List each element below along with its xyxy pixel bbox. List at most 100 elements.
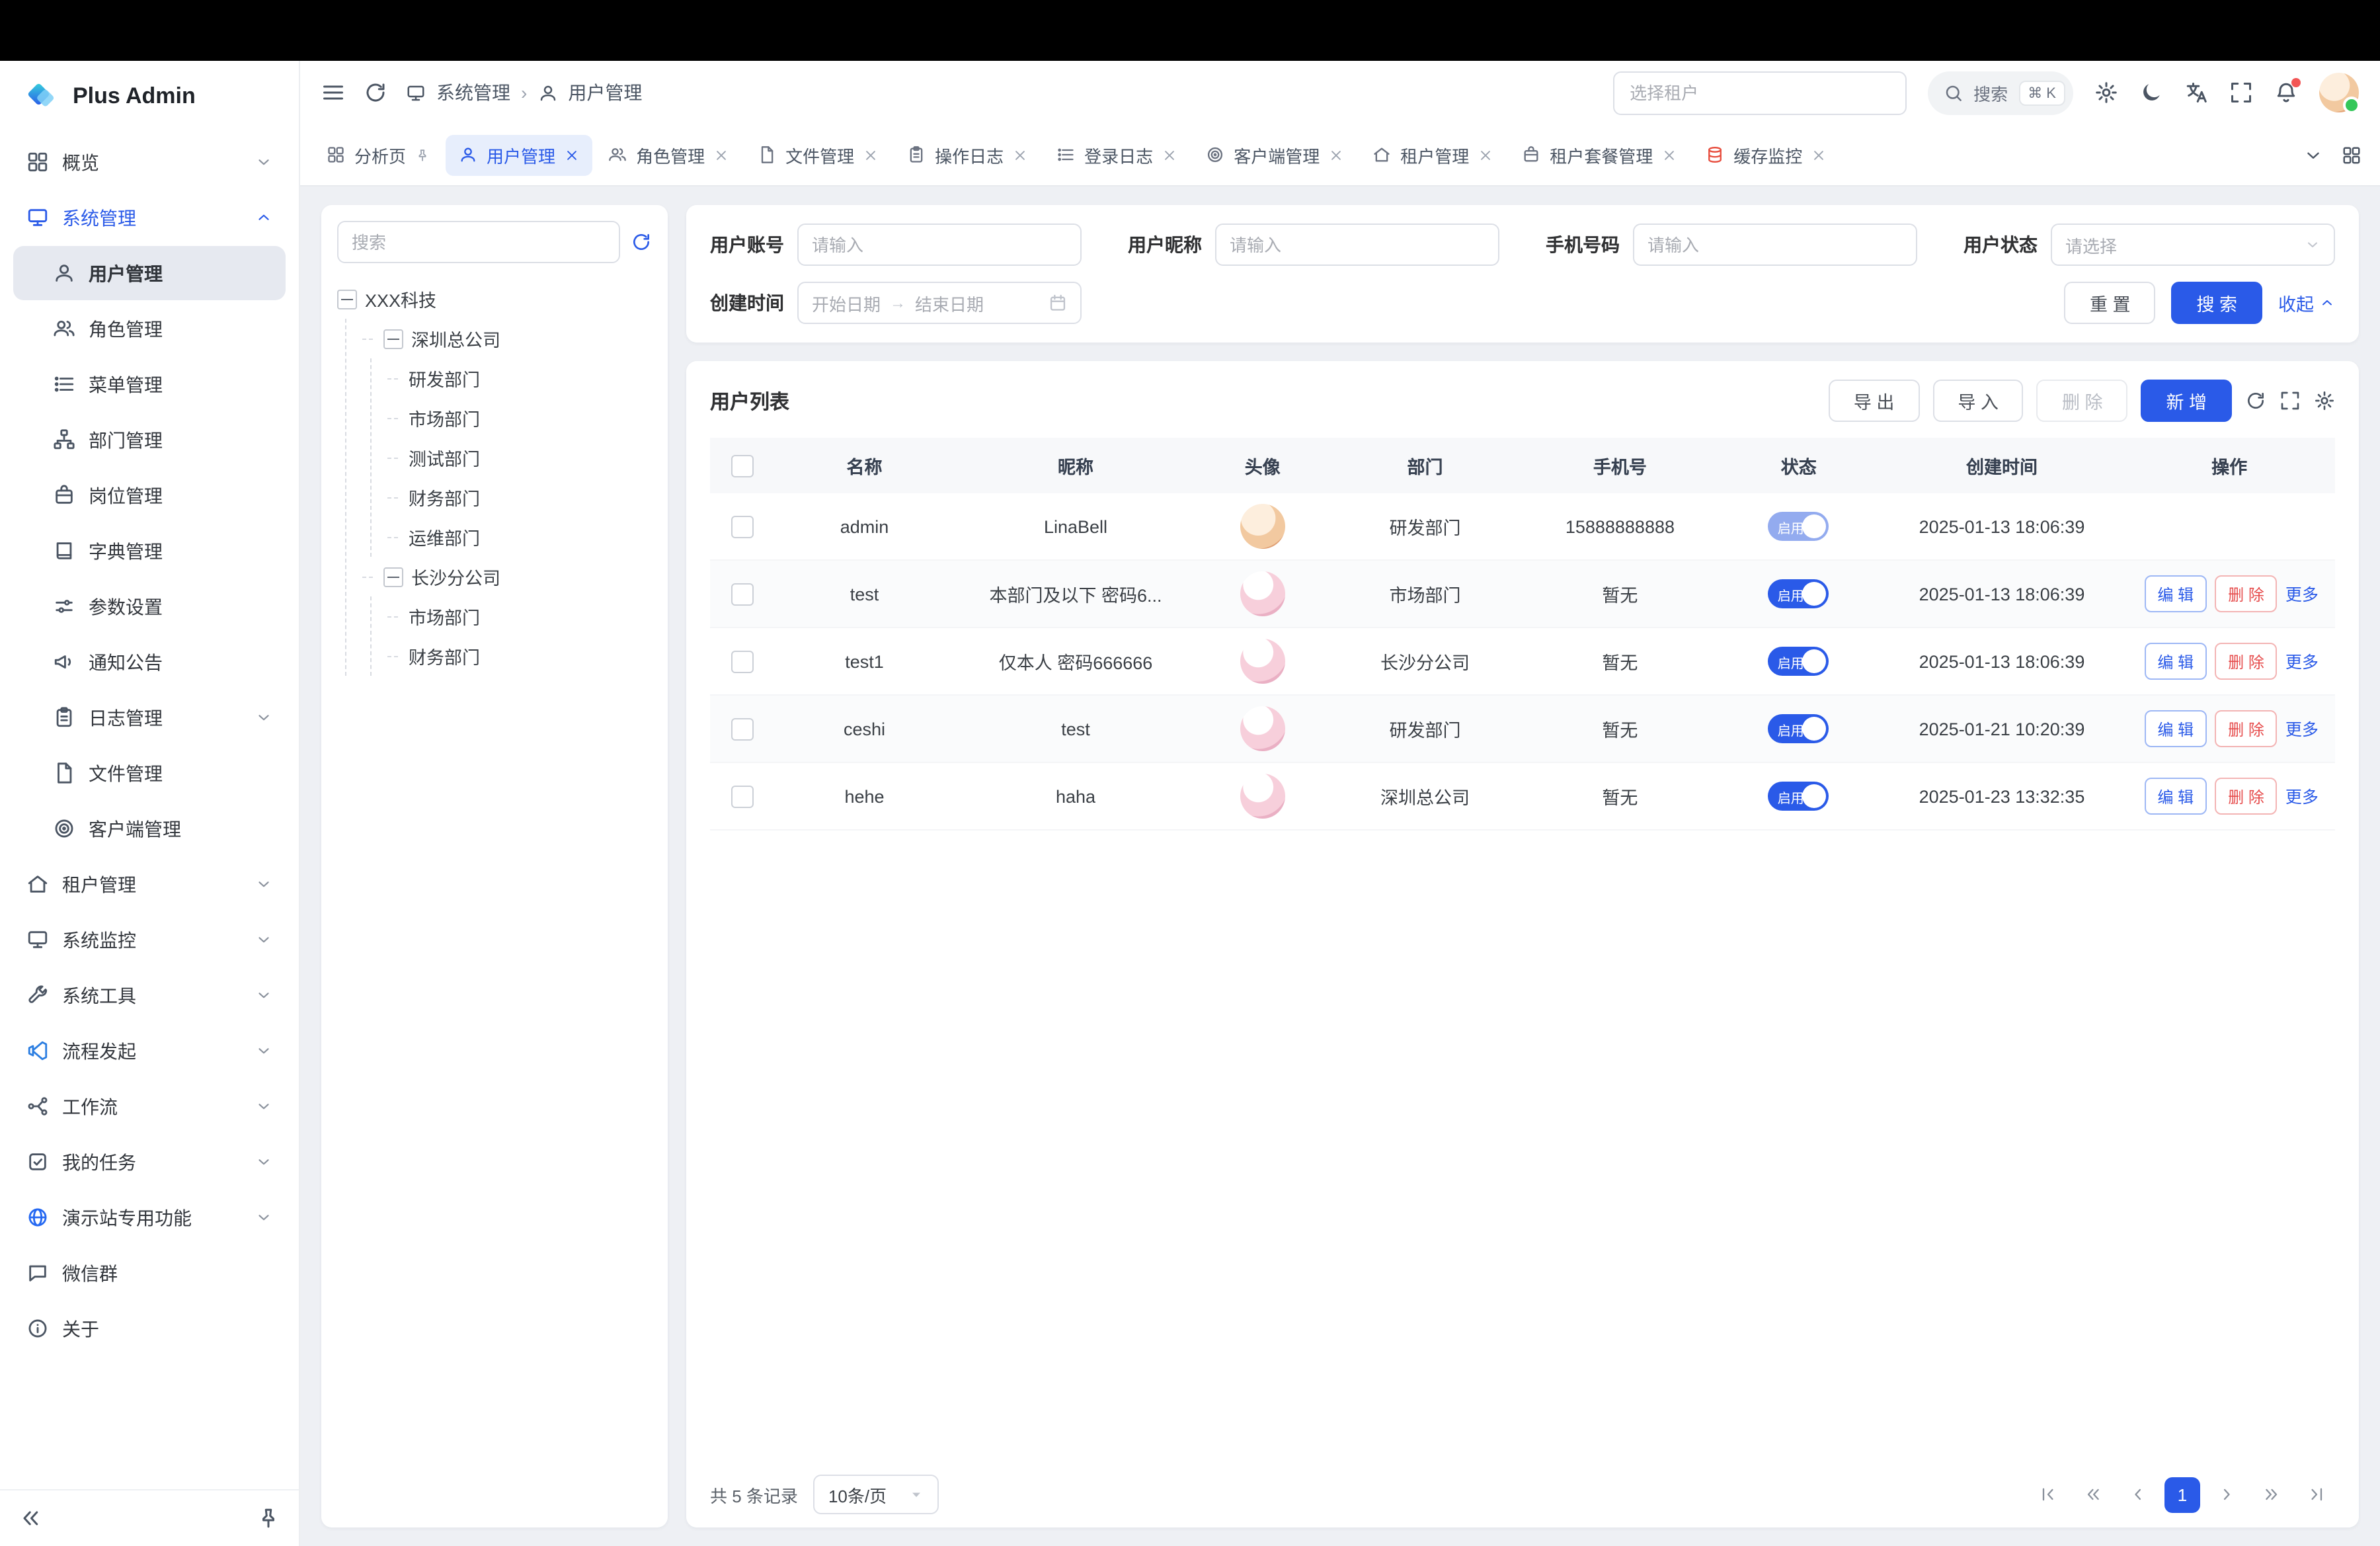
delete-row-button[interactable]: 删 除 — [2215, 778, 2278, 815]
tree-search-input[interactable] — [337, 221, 620, 263]
close-icon[interactable] — [1329, 147, 1343, 162]
delete-row-button[interactable]: 删 除 — [2215, 710, 2278, 747]
collapse-sidebar-button[interactable] — [19, 1506, 42, 1530]
status-select[interactable]: 请选择 — [2051, 224, 2335, 266]
prev-jump-button[interactable] — [2075, 1476, 2112, 1513]
tree-node-dept[interactable]: 测试部门 — [387, 438, 652, 477]
tree-node-company[interactable]: XXX科技 — [337, 279, 652, 319]
collapse-toggle-icon[interactable] — [337, 289, 357, 309]
tenant-select-input[interactable] — [1612, 71, 1906, 114]
tab-dropdown-button[interactable] — [2303, 145, 2323, 165]
sidebar-item-posts[interactable]: 岗位管理 — [13, 468, 286, 522]
dark-mode-button[interactable] — [2139, 81, 2163, 104]
sidebar-item-demo-features[interactable]: 演示站专用功能 — [13, 1190, 286, 1244]
tab-user-mgmt[interactable]: 用户管理 — [446, 134, 592, 175]
edit-button[interactable]: 编 辑 — [2144, 778, 2207, 815]
fullscreen-button[interactable] — [2229, 81, 2253, 104]
current-page-button[interactable]: 1 — [2164, 1477, 2200, 1512]
tab-login-log[interactable]: 登录日志 — [1043, 134, 1190, 175]
next-jump-button[interactable] — [2253, 1476, 2290, 1513]
close-icon[interactable] — [1162, 147, 1177, 162]
language-button[interactable] — [2184, 81, 2208, 104]
sidebar-item-parameters[interactable]: 参数设置 — [13, 579, 286, 633]
tree-node-dept[interactable]: 市场部门 — [387, 596, 652, 636]
prev-page-button[interactable] — [2120, 1476, 2157, 1513]
delete-row-button[interactable]: 删 除 — [2215, 643, 2278, 680]
sidebar-item-users[interactable]: 用户管理 — [13, 246, 286, 300]
more-button[interactable]: 更多 — [2285, 788, 2319, 806]
edit-button[interactable]: 编 辑 — [2144, 710, 2207, 747]
search-button[interactable]: 搜 索 — [2171, 282, 2262, 324]
row-checkbox[interactable] — [731, 583, 754, 605]
sidebar-item-my-tasks[interactable]: 我的任务 — [13, 1135, 286, 1189]
close-icon[interactable] — [863, 147, 878, 162]
status-toggle[interactable]: 启用 — [1768, 647, 1829, 676]
status-toggle[interactable]: 启用 — [1768, 512, 1829, 541]
pin-sidebar-button[interactable] — [257, 1506, 280, 1530]
tree-node-dept[interactable]: 市场部门 — [387, 398, 652, 438]
tab-cache-monitor[interactable]: 缓存监控 — [1692, 134, 1839, 175]
close-icon[interactable] — [1478, 147, 1493, 162]
table-fullscreen-button[interactable] — [2280, 390, 2301, 411]
sidebar-item-files[interactable]: 文件管理 — [13, 746, 286, 800]
first-page-button[interactable] — [2030, 1476, 2067, 1513]
breadcrumb-item[interactable]: 用户管理 — [568, 79, 642, 106]
column-settings-button[interactable] — [2314, 390, 2335, 411]
close-icon[interactable] — [1811, 147, 1826, 162]
row-checkbox[interactable] — [731, 717, 754, 740]
tree-node-dept[interactable]: 研发部门 — [387, 358, 652, 398]
tab-analysis[interactable]: 分析页 — [313, 134, 443, 175]
refresh-page-button[interactable] — [364, 81, 387, 104]
status-toggle[interactable]: 启用 — [1768, 782, 1829, 811]
collapse-toggle-icon[interactable] — [383, 329, 403, 348]
collapse-filter-link[interactable]: 收起 — [2278, 290, 2335, 316]
close-icon[interactable] — [565, 147, 579, 162]
sidebar-item-process-start[interactable]: 流程发起 — [13, 1024, 286, 1078]
tab-tenant-package-mgmt[interactable]: 租户套餐管理 — [1509, 134, 1690, 175]
import-button[interactable]: 导 入 — [1932, 380, 2024, 422]
tree-node-shenzhen-hq[interactable]: 深圳总公司 — [362, 319, 652, 358]
user-avatar[interactable] — [2319, 73, 2359, 112]
sidebar-item-menus[interactable]: 菜单管理 — [13, 357, 286, 411]
sidebar-item-system-mgmt[interactable]: 系统管理 — [13, 190, 286, 245]
edit-button[interactable]: 编 辑 — [2144, 575, 2207, 612]
sidebar-item-roles[interactable]: 角色管理 — [13, 302, 286, 356]
last-page-button[interactable] — [2298, 1476, 2335, 1513]
notifications-button[interactable] — [2274, 81, 2298, 104]
page-size-select[interactable]: 10条/页 — [814, 1475, 939, 1514]
more-button[interactable]: 更多 — [2285, 585, 2319, 604]
table-refresh-button[interactable] — [2245, 390, 2266, 411]
sidebar-item-logs[interactable]: 日志管理 — [13, 690, 286, 745]
breadcrumb-item[interactable]: 系统管理 — [436, 79, 510, 106]
date-range-picker[interactable]: 开始日期 → 结束日期 — [797, 282, 1082, 324]
logo[interactable]: Plus Admin — [0, 61, 299, 132]
nickname-input[interactable] — [1215, 224, 1499, 266]
phone-input[interactable] — [1633, 224, 1917, 266]
tab-operation-log[interactable]: 操作日志 — [894, 134, 1041, 175]
close-icon[interactable] — [714, 147, 729, 162]
status-toggle[interactable]: 启用 — [1768, 714, 1829, 743]
tree-node-dept[interactable]: 财务部门 — [387, 477, 652, 517]
more-button[interactable]: 更多 — [2285, 653, 2319, 671]
status-toggle[interactable]: 启用 — [1768, 579, 1829, 608]
next-page-button[interactable] — [2208, 1476, 2245, 1513]
export-button[interactable]: 导 出 — [1829, 380, 1920, 422]
sidebar-item-departments[interactable]: 部门管理 — [13, 413, 286, 467]
tree-node-dept[interactable]: 财务部门 — [387, 636, 652, 676]
sidebar-item-tools[interactable]: 系统工具 — [13, 968, 286, 1022]
sidebar-item-about[interactable]: 关于 — [13, 1301, 286, 1356]
tab-tenant-mgmt[interactable]: 租户管理 — [1359, 134, 1506, 175]
settings-button[interactable] — [2094, 81, 2118, 104]
row-checkbox[interactable] — [731, 515, 754, 538]
tab-file-mgmt[interactable]: 文件管理 — [744, 134, 891, 175]
sidebar-item-workflow[interactable]: 工作流 — [13, 1079, 286, 1133]
delete-row-button[interactable]: 删 除 — [2215, 575, 2278, 612]
tree-node-changsha-branch[interactable]: 长沙分公司 — [362, 557, 652, 596]
sidebar-item-tenants[interactable]: 租户管理 — [13, 857, 286, 911]
global-search[interactable]: 搜索 ⌘ K — [1927, 71, 2073, 114]
tree-node-dept[interactable]: 运维部门 — [387, 517, 652, 557]
add-button[interactable]: 新 增 — [2141, 380, 2232, 422]
close-icon[interactable] — [1662, 147, 1677, 162]
tab-role-mgmt[interactable]: 角色管理 — [595, 134, 742, 175]
tab-actions-button[interactable] — [2342, 145, 2361, 165]
